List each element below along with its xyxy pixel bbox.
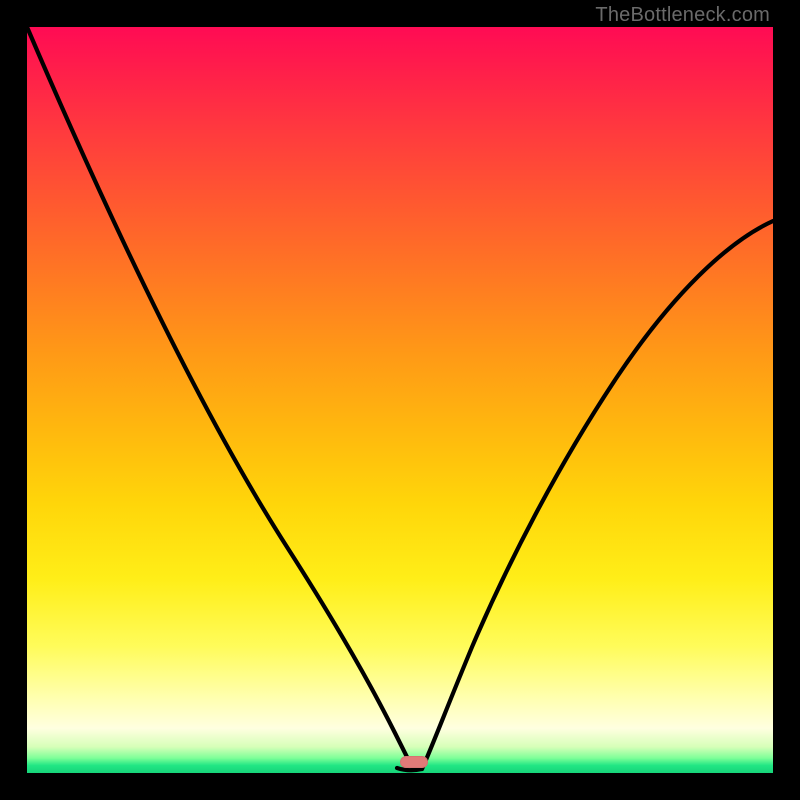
- plot-area: [27, 27, 773, 773]
- curve-trough: [397, 768, 422, 770]
- bottleneck-curve: [27, 27, 773, 773]
- curve-left-branch: [27, 27, 412, 767]
- curve-right-branch: [422, 221, 773, 769]
- attribution-text: TheBottleneck.com: [595, 4, 770, 27]
- optimum-marker: [400, 756, 428, 768]
- chart-frame: TheBottleneck.com: [0, 0, 800, 800]
